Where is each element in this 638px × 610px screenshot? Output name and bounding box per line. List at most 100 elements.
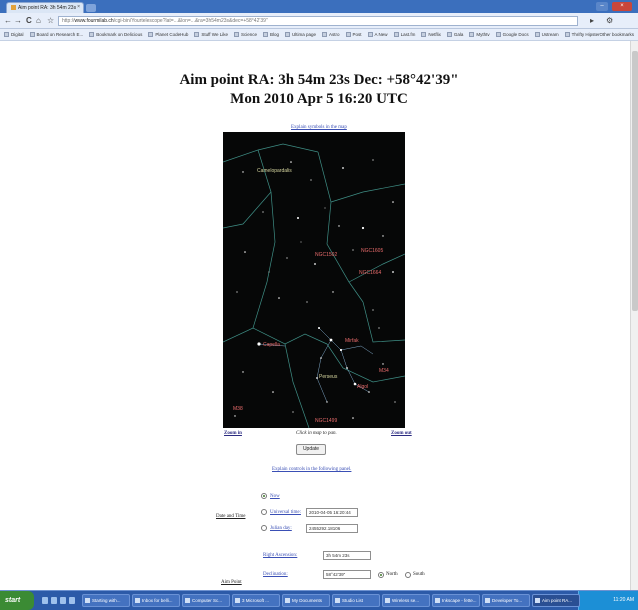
quicklaunch-icon[interactable] [42,597,48,604]
bookmark-folder-icon [194,32,200,37]
tab-title: Aim point RA: 3h 54m 23s [18,5,77,11]
clock: 11:20 AM [613,597,634,603]
address-bar[interactable]: http://www.fourmilab.ch/cgi-bin/Yourtele… [58,16,578,26]
bookmark-item[interactable]: Thrifty Hipster [564,32,600,37]
bookmark-item[interactable]: Bookmark on Delicious [89,32,142,37]
bookmark-label: Astro [329,32,340,37]
date-and-time-label: Date and Time [216,514,246,519]
page-scrollbar[interactable] [630,41,638,590]
bookmark-item[interactable]: Ultima page [285,32,316,37]
bookmark-item[interactable]: Post [345,32,362,37]
browser-tab[interactable]: Aim point RA: 3h 54m 23s × [6,2,84,13]
bookmark-folder-icon [322,32,328,37]
north-radio[interactable] [378,572,384,578]
julian-day-radio[interactable] [261,525,267,531]
bookmark-folder-icon [345,32,351,37]
bookmark-folder-icon [564,32,570,37]
home-icon[interactable]: ⌂ [36,16,41,26]
bookmark-folder-icon [393,32,399,37]
bookmark-label: Bookmark on Delicious [96,32,143,37]
bookmark-star-icon[interactable]: ☆ [47,16,54,26]
bookmark-label: Ustream [541,32,559,37]
taskbar-button[interactable]: Aim point RA... [532,594,580,607]
bookmark-folder-icon [534,32,540,37]
bookmark-item[interactable]: Astro [322,32,340,37]
page-menu-icon[interactable]: ▸ [590,16,594,26]
minimize-button[interactable]: – [596,2,608,11]
label-m34: M34 [379,368,389,374]
quicklaunch-icon[interactable] [69,597,75,604]
bookmark-label: Gala [453,32,464,37]
quicklaunch-icon[interactable] [60,597,66,604]
julian-day-label: Julian day: [270,526,292,531]
universal-time-radio[interactable] [261,509,267,515]
julian-day-input[interactable]: 2455292.18106 [306,524,358,533]
bookmark-item[interactable]: Ustream [534,32,559,37]
universal-time-input[interactable]: 2010-04-05 16:20:44 [306,508,358,517]
star-map[interactable]: Camelopardalis Capella Perseus NGC1502 N… [223,132,405,428]
declination-input[interactable]: 58°42'39" [323,570,371,579]
bookmark-item[interactable]: Planet CodeHub [148,32,188,37]
window-close-button[interactable]: × [612,2,632,11]
zoom-out-link[interactable]: Zoom out [391,431,412,436]
bookmark-item[interactable]: Gala [446,32,464,37]
other-bookmarks[interactable]: Other bookmarks [599,32,634,37]
bookmark-label: A New [374,32,388,37]
bookmark-item[interactable]: Science [233,32,257,37]
bookmark-item[interactable]: Last.fm [393,32,416,37]
bookmark-folder-icon [446,32,452,37]
north-label: North [386,572,398,577]
label-mirfak: Mirfak [345,338,359,344]
taskbar-button[interactable]: Inbox for belli... [132,594,180,607]
new-tab-button[interactable] [86,4,96,12]
bookmark-item[interactable]: Mythtv [469,32,490,37]
bookmark-label: Last.fm [400,32,416,37]
update-button[interactable]: Update [296,444,326,455]
bookmark-folder-icon [29,32,35,37]
taskbar-button[interactable]: Inkscape - fette... [432,594,480,607]
star-field [234,159,396,419]
bookmark-folder-icon [367,32,373,37]
taskbar-button[interactable]: Studio List [332,594,380,607]
explain-controls-link[interactable]: Explain controls in the following panel. [272,467,351,472]
browser-navbar: ← → C ⌂ ☆ http://www.fourmilab.ch/cgi-bi… [0,13,638,29]
page-subtitle: Mon 2010 Apr 5 16:20 UTC [230,91,408,107]
zoom-in-link[interactable]: Zoom in [224,431,242,436]
bookmark-label: Planet CodeHub [155,32,189,37]
explain-symbols-link[interactable]: Explain symbols in the map [291,125,347,130]
south-radio[interactable] [405,572,411,578]
now-radio[interactable] [261,493,267,499]
bookmark-item[interactable]: Blog [262,32,279,37]
taskbar-button[interactable]: Wireless se... [382,594,430,607]
right-ascension-label: Right Ascension: [263,553,298,558]
taskbar-button[interactable]: My Documents [282,594,330,607]
universal-time-label: Universal time: [270,510,301,515]
taskbar-button[interactable]: 3 Microsoft ... [232,594,280,607]
bookmark-item[interactable]: Digital [4,32,24,37]
bookmark-item[interactable]: Netflix [421,32,441,37]
taskbar-button[interactable]: Developer To... [482,594,530,607]
bookmark-item[interactable]: A New [367,32,388,37]
tools-menu-icon[interactable]: ⚙ [606,16,613,26]
reload-icon[interactable]: C [26,16,32,26]
bookmark-item[interactable]: Google Docs [495,32,529,37]
tab-close-icon[interactable]: × [77,4,80,10]
label-ngc1664: NGC1664 [359,270,381,276]
bookmark-label: Board on Research E... [36,32,84,37]
bookmark-item[interactable]: Stuff We Like [194,32,228,37]
label-algol: Algol [357,384,368,390]
quicklaunch-icon[interactable] [51,597,57,604]
taskbar-button[interactable]: Computer Sc... [182,594,230,607]
bookmark-label: Post [352,32,362,37]
bookmark-item[interactable]: Board on Research E... [29,32,84,37]
bookmark-label: Ultima page [292,32,317,37]
right-ascension-input[interactable]: 3h 54m 23s [323,551,371,560]
taskbar-button[interactable]: Starting with... [82,594,130,607]
aim-point-label: Aim Point [221,580,242,585]
bookmark-label: Digital [11,32,24,37]
scrollbar-thumb[interactable] [632,51,638,311]
start-button[interactable]: start [0,591,34,610]
forward-icon[interactable]: → [14,16,22,26]
back-icon[interactable]: ← [4,16,12,26]
south-label: South [413,572,425,577]
